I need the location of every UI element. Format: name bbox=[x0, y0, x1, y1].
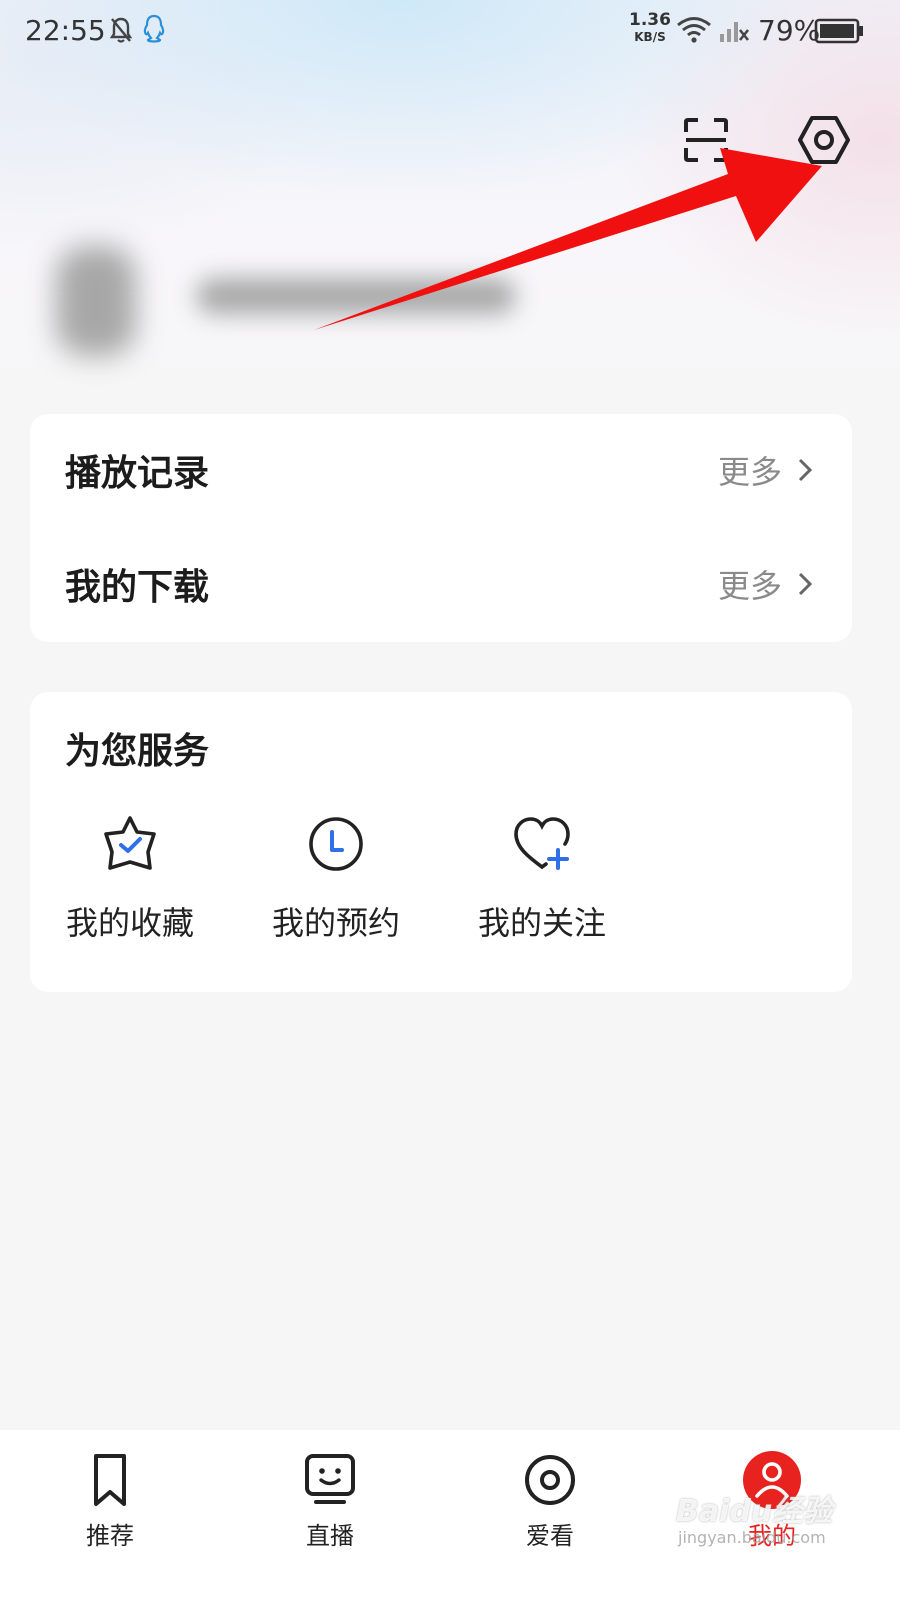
avatar[interactable] bbox=[56, 246, 136, 356]
watermark-url: jingyan.baidu.com bbox=[678, 1528, 826, 1547]
play-history-row[interactable]: 播放记录 更多 bbox=[30, 414, 852, 528]
network-speed-unit: KB/S bbox=[634, 30, 666, 44]
bookmark-icon bbox=[94, 1454, 126, 1506]
qq-icon bbox=[143, 14, 165, 43]
my-downloads-title: 我的下载 bbox=[65, 567, 210, 608]
username[interactable] bbox=[196, 278, 516, 314]
nav-label: 爱看 bbox=[526, 1522, 574, 1550]
more-label: 更多 bbox=[717, 453, 782, 491]
watermark-logo: Baidu经验 bbox=[676, 1494, 833, 1529]
status-time: 22:55 bbox=[25, 14, 106, 47]
star-check-icon bbox=[104, 816, 156, 870]
play-history-more[interactable]: 更多 bbox=[717, 450, 812, 491]
more-label: 更多 bbox=[717, 567, 782, 605]
history-card: 播放记录 更多 我的下载 更多 bbox=[30, 414, 852, 642]
heart-plus-icon bbox=[514, 817, 570, 870]
play-history-title: 播放记录 bbox=[65, 453, 210, 494]
bell-off-icon bbox=[110, 17, 132, 43]
nav-tab-watch[interactable]: 爱看 bbox=[490, 1430, 610, 1600]
network-speed: 1.36 KB/S bbox=[628, 12, 672, 46]
service-label: 我的收藏 bbox=[65, 904, 194, 942]
service-reservations[interactable]: 我的预约 bbox=[256, 812, 416, 952]
nav-tab-live[interactable]: 直播 bbox=[270, 1430, 390, 1600]
scan-icon bbox=[684, 118, 728, 162]
signal-icon bbox=[720, 22, 750, 42]
network-speed-value: 1.36 bbox=[629, 10, 671, 30]
chevron-right-icon bbox=[798, 572, 812, 596]
battery-percentage: 79% bbox=[758, 14, 821, 47]
nav-label: 推荐 bbox=[86, 1522, 134, 1550]
service-label: 我的预约 bbox=[271, 904, 400, 942]
nav-tab-recommend[interactable]: 推荐 bbox=[50, 1430, 170, 1600]
services-title: 为您服务 bbox=[65, 731, 210, 772]
settings-button[interactable] bbox=[796, 112, 852, 168]
service-favorites[interactable]: 我的收藏 bbox=[50, 812, 210, 952]
clock-icon bbox=[309, 817, 363, 871]
scan-button[interactable] bbox=[682, 116, 730, 164]
nav-label: 直播 bbox=[306, 1522, 354, 1550]
my-downloads-more[interactable]: 更多 bbox=[717, 564, 812, 605]
services-card: 为您服务 我的收藏 我的预约 我的关注 bbox=[30, 692, 852, 992]
service-following[interactable]: 我的关注 bbox=[462, 812, 622, 952]
my-downloads-row[interactable]: 我的下载 更多 bbox=[30, 528, 852, 642]
battery-icon bbox=[814, 18, 863, 44]
tv-icon bbox=[305, 1454, 355, 1504]
status-bar: 22:55 1.36 KB/S 79% bbox=[0, 0, 900, 64]
header-background bbox=[0, 0, 900, 430]
settings-icon bbox=[798, 116, 850, 164]
wifi-icon bbox=[677, 17, 711, 43]
target-icon bbox=[525, 1455, 575, 1505]
chevron-right-icon bbox=[798, 458, 812, 482]
service-label: 我的关注 bbox=[477, 904, 606, 942]
